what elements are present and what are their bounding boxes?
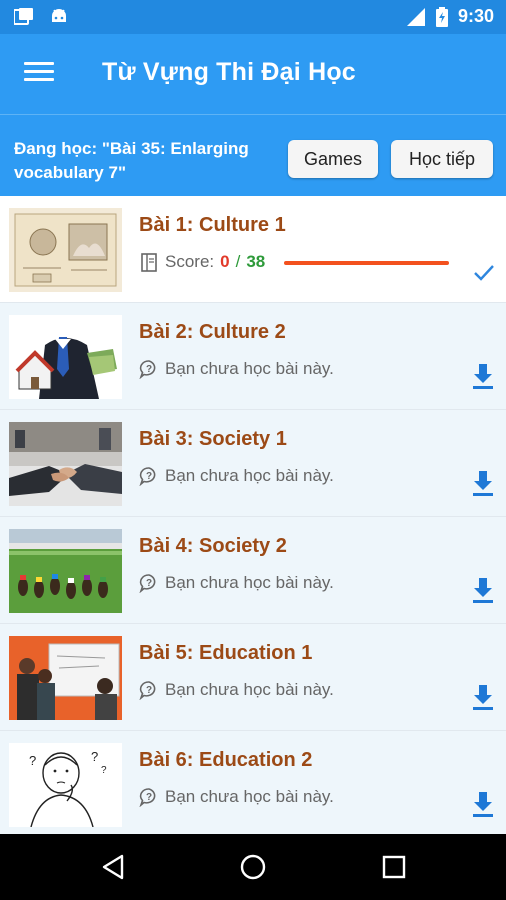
lesson-status: ? Bạn chưa học bài này. [139, 680, 334, 700]
score-total: 38 [246, 252, 266, 271]
lesson-item[interactable]: Bài 4: Society 2 ? Bạn chưa học bài này. [0, 517, 506, 624]
lesson-title: Bài 6: Education 2 [139, 749, 313, 771]
help-bubble-icon: ? [139, 574, 156, 593]
app-title: Từ Vựng Thi Đại Học [102, 58, 356, 86]
app-bar: Từ Vựng Thi Đại Học [0, 34, 506, 114]
back-icon[interactable] [98, 851, 130, 883]
lesson-thumbnail: ? ? ? [9, 743, 122, 827]
battery-charging-icon [435, 6, 448, 27]
check-icon [474, 265, 494, 281]
score-value: 0 [220, 252, 230, 271]
lesson-item[interactable]: ? ? ? Bài 6: Education 2 ? Bạn chưa học … [0, 731, 506, 834]
lesson-thumbnail [9, 208, 122, 292]
svg-text:?: ? [146, 685, 152, 696]
lesson-status-text: Bạn chưa học bài này. [165, 359, 334, 378]
score-separator: / [235, 252, 241, 271]
download-icon[interactable] [471, 790, 495, 818]
continue-learning-button[interactable]: Học tiếp [391, 140, 493, 178]
lesson-title: Bài 2: Culture 2 [139, 321, 286, 343]
current-lesson-text: Đang học: "Bài 35: Enlarging vocabulary … [14, 139, 249, 182]
score-label: Score: [165, 252, 215, 271]
download-icon[interactable] [471, 576, 495, 604]
lesson-status: ? Bạn chưa học bài này. [139, 787, 334, 807]
lesson-item[interactable]: Bài 5: Education 1 ? Bạn chưa học bài nà… [0, 624, 506, 731]
status-bar: 9:30 [0, 0, 506, 34]
signal-icon [406, 7, 425, 26]
lesson-thumbnail [9, 636, 122, 720]
download-icon[interactable] [471, 469, 495, 497]
recents-icon[interactable] [378, 851, 410, 883]
status-time: 9:30 [457, 6, 494, 26]
home-icon[interactable] [237, 851, 269, 883]
lesson-status-text: Bạn chưa học bài này. [165, 466, 334, 485]
document-icon [141, 253, 157, 272]
lesson-status-text: Bạn chưa học bài này. [165, 573, 334, 592]
lesson-title: Bài 4: Society 2 [139, 535, 287, 557]
android-icon [52, 9, 66, 22]
navigation-bar [0, 834, 506, 900]
screenshot-icon [14, 8, 33, 25]
help-bubble-icon: ? [139, 681, 156, 700]
svg-text:?: ? [29, 753, 36, 768]
lesson-status-text: Bạn chưa học bài này. [165, 680, 334, 699]
lesson-title: Bài 3: Society 1 [139, 428, 287, 450]
lesson-item[interactable]: Bài 2: Culture 2 ? Bạn chưa học bài này. [0, 303, 506, 410]
svg-text:?: ? [146, 471, 152, 482]
score-progress-bar [284, 261, 449, 265]
help-bubble-icon: ? [139, 788, 156, 807]
svg-text:?: ? [146, 578, 152, 589]
lesson-score: Score: 0 / 38 [139, 252, 265, 272]
current-lesson-bar: Đang học: "Bài 35: Enlarging vocabulary … [0, 114, 506, 196]
help-bubble-icon: ? [139, 467, 156, 486]
lesson-item[interactable]: Bài 1: Culture 1 Score: 0 / 38 [0, 196, 506, 303]
help-bubble-icon: ? [139, 360, 156, 379]
lesson-thumbnail [9, 315, 122, 399]
svg-text:?: ? [146, 792, 152, 803]
lesson-thumbnail [9, 422, 122, 506]
games-button[interactable]: Games [288, 140, 378, 178]
lesson-list: Bài 1: Culture 1 Score: 0 / 38 Bài 2: Cu… [0, 196, 506, 834]
lesson-thumbnail [9, 529, 122, 613]
download-icon[interactable] [471, 362, 495, 390]
svg-text:?: ? [91, 749, 98, 764]
menu-icon[interactable] [24, 62, 54, 86]
lesson-status: ? Bạn chưa học bài này. [139, 359, 334, 379]
lesson-title: Bài 5: Education 1 [139, 642, 313, 664]
download-icon[interactable] [471, 683, 495, 711]
svg-text:?: ? [146, 364, 152, 375]
lesson-status-text: Bạn chưa học bài này. [165, 787, 334, 806]
lesson-item[interactable]: Bài 3: Society 1 ? Bạn chưa học bài này. [0, 410, 506, 517]
svg-text:?: ? [101, 765, 107, 776]
lesson-status: ? Bạn chưa học bài này. [139, 466, 334, 486]
lesson-title: Bài 1: Culture 1 [139, 214, 286, 236]
lesson-status: ? Bạn chưa học bài này. [139, 573, 334, 593]
